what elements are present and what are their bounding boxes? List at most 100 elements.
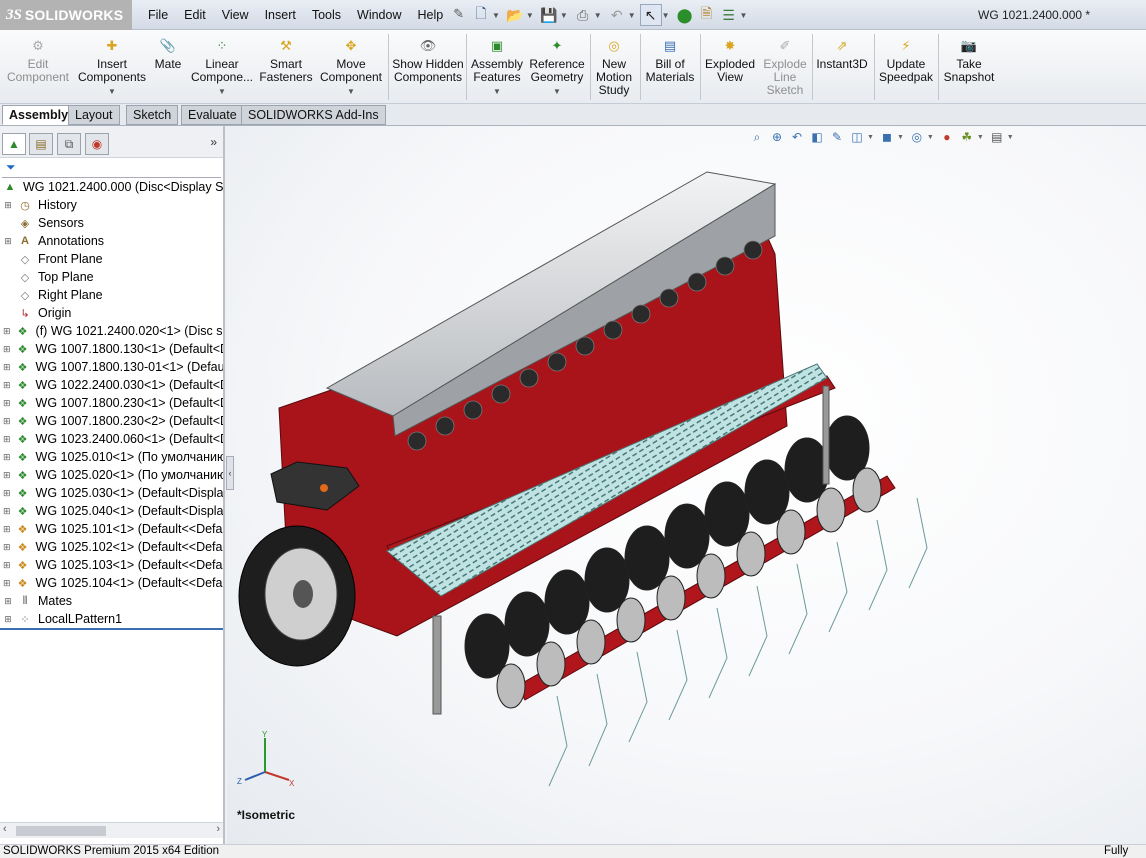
scroll-left-icon[interactable]: ‹ <box>3 823 7 835</box>
explode-line-sketch-button[interactable]: ✐ Explode Line Sketch <box>760 34 810 97</box>
insert-components-button[interactable]: ✚ Insert Components ▼ <box>76 34 148 98</box>
tree-item-part[interactable]: ⊞ ❖ WG 1007.1800.230<2> (Default<De <box>0 412 223 430</box>
show-hidden-components-button[interactable]: 👁 Show Hidden Components <box>392 34 464 84</box>
save-icon[interactable]: 💾 <box>538 4 560 26</box>
tree-item-part[interactable]: ⊞ ❖ WG 1007.1800.230<1> (Default<De <box>0 394 223 412</box>
tab-sketch[interactable]: Sketch <box>126 105 179 125</box>
expand-plus-icon[interactable]: ⊞ <box>3 326 11 337</box>
feature-tree-tab-icon[interactable]: ▲ <box>2 133 26 155</box>
previous-view-icon[interactable]: ↶ <box>787 127 807 147</box>
file-properties-icon[interactable]: 🗎 <box>696 4 718 26</box>
tab-solidworks-add-ins[interactable]: SOLIDWORKS Add-Ins <box>241 105 386 125</box>
expand-plus-icon[interactable]: ⊞ <box>3 578 11 589</box>
smart-fasteners-button[interactable]: ⚒ Smart Fasteners <box>258 34 314 84</box>
section-view-icon[interactable]: ◧ <box>807 127 827 147</box>
rebuild-traffic-light-icon[interactable]: ⬤ <box>674 4 696 26</box>
expand-plus-icon[interactable]: ⊞ <box>3 470 11 481</box>
zoom-to-fit-icon[interactable]: ⌕ <box>747 127 767 147</box>
solidworks-logo[interactable]: 3S SOLIDWORKS <box>0 0 132 30</box>
chevron-down-icon[interactable]: ▼ <box>218 85 226 98</box>
chevron-down-icon[interactable]: ▼ <box>1007 134 1014 141</box>
chevron-down-icon[interactable]: ▼ <box>897 134 904 141</box>
tree-item-part[interactable]: ⊞ ❖ WG 1025.020<1> (По умолчанию <box>0 466 223 484</box>
expand-plus-icon[interactable]: ⊞ <box>3 542 11 553</box>
tree-item-part[interactable]: ⊞ ❖ WG 1007.1800.130<1> (Default<De <box>0 340 223 358</box>
menu-insert[interactable]: Insert <box>257 6 304 24</box>
menu-edit[interactable]: Edit <box>176 6 214 24</box>
tree-item-part[interactable]: ⊞ ❖ WG 1025.103<1> (Default<<Defau <box>0 556 223 574</box>
mate-button[interactable]: 📎 Mate <box>152 34 184 71</box>
display-manager-tab-icon[interactable]: ◉ <box>85 133 109 155</box>
new-motion-study-button[interactable]: ◎ New Motion Study <box>592 34 636 97</box>
expand-plus-icon[interactable]: ⊞ <box>3 362 11 373</box>
tree-item-part[interactable]: ⊞ ❖ WG 1025.101<1> (Default<<Defau <box>0 520 223 538</box>
configuration-manager-tab-icon[interactable]: ⧉ <box>57 133 81 155</box>
instant3d-button[interactable]: ⇗ Instant3D <box>814 34 870 71</box>
horizontal-scrollbar[interactable]: ‹ › <box>0 822 223 838</box>
menu-window[interactable]: Window <box>349 6 409 24</box>
hide-show-items-icon[interactable]: ◎ <box>907 127 927 147</box>
tree-item-pattern[interactable]: ⊞ ⁘ LocalLPattern1 <box>0 610 223 628</box>
bill-of-materials-button[interactable]: ▤ Bill of Materials <box>644 34 696 84</box>
chevron-down-icon[interactable]: ▼ <box>493 85 501 98</box>
tree-item-sensors[interactable]: ◈ Sensors <box>0 214 223 232</box>
rollback-bar[interactable] <box>0 628 223 630</box>
dynamic-annotation-icon[interactable]: ✎ <box>827 127 847 147</box>
menu-help[interactable]: Help <box>410 6 452 24</box>
open-folder-icon[interactable]: 📂 <box>504 4 526 26</box>
view-orientation-icon[interactable]: ◫ <box>847 127 867 147</box>
chevron-down-icon[interactable]: ▼ <box>492 11 500 20</box>
tree-filter[interactable]: ⏷ <box>2 158 221 178</box>
expand-plus-icon[interactable]: ⊞ <box>3 596 13 607</box>
tab-evaluate[interactable]: Evaluate <box>181 105 244 125</box>
update-speedpak-button[interactable]: ⚡ Update Speedpak <box>876 34 936 84</box>
expand-plus-icon[interactable]: ⊞ <box>3 524 11 535</box>
tree-root-assembly[interactable]: ▲ WG 1021.2400.000 (Disc<Display State <box>0 178 223 196</box>
expand-plus-icon[interactable]: ⊞ <box>3 200 13 211</box>
expand-plus-icon[interactable]: ⊞ <box>3 416 11 427</box>
scroll-right-icon[interactable]: › <box>216 823 220 835</box>
chevron-down-icon[interactable]: ▼ <box>867 134 874 141</box>
tree-item-mates[interactable]: ⊞ ⫴ Mates <box>0 592 223 610</box>
menu-view[interactable]: View <box>214 6 257 24</box>
chevron-down-icon[interactable]: ▼ <box>526 11 534 20</box>
tree-item-part[interactable]: ⊞ ❖ WG 1022.2400.030<1> (Default<Di <box>0 376 223 394</box>
linear-component-pattern-button[interactable]: ⁘ Linear Compone... ▼ <box>188 34 256 98</box>
tree-item-front-plane[interactable]: ◇ Front Plane <box>0 250 223 268</box>
tree-item-part[interactable]: ⊞ ❖ WG 1025.040<1> (Default<Display <box>0 502 223 520</box>
expand-plus-icon[interactable]: ⊞ <box>3 398 11 409</box>
tree-item-part[interactable]: ⊞ ❖ WG 1025.104<1> (Default<<Defau <box>0 574 223 592</box>
move-component-button[interactable]: ✥ Move Component ▼ <box>318 34 384 98</box>
edit-appearance-icon[interactable]: ● <box>937 127 957 147</box>
expand-plus-icon[interactable]: ⊞ <box>3 614 13 625</box>
expand-plus-icon[interactable]: ⊞ <box>3 488 11 499</box>
print-icon[interactable]: ⎙ <box>572 4 594 26</box>
tree-item-history[interactable]: ⊞ ◷ History <box>0 196 223 214</box>
tree-item-annotations[interactable]: ⊞ A Annotations <box>0 232 223 250</box>
chevron-down-icon[interactable]: ▼ <box>628 11 636 20</box>
expand-plus-icon[interactable]: ⊞ <box>3 452 11 463</box>
chevron-down-icon[interactable]: ▼ <box>560 11 568 20</box>
chevron-down-icon[interactable]: ▼ <box>108 85 116 98</box>
tree-item-part[interactable]: ⊞ ❖ WG 1007.1800.130-01<1> (Default- <box>0 358 223 376</box>
pin-icon[interactable]: ✎ <box>453 6 464 24</box>
chevron-down-icon[interactable]: ▼ <box>553 85 561 98</box>
menu-tools[interactable]: Tools <box>304 6 349 24</box>
tree-item-part[interactable]: ⊞ ❖ WG 1023.2400.060<1> (Default<Di <box>0 430 223 448</box>
chevron-down-icon[interactable]: ▼ <box>740 11 748 20</box>
seed-drill-model[interactable] <box>227 126 1146 844</box>
expand-chevron-icon[interactable]: » <box>210 135 217 149</box>
scrollbar-thumb[interactable] <box>16 826 106 836</box>
panel-collapse-handle[interactable]: ‹ <box>226 456 234 490</box>
expand-plus-icon[interactable]: ⊞ <box>3 380 11 391</box>
edit-component-button[interactable]: ⚙ Edit Component <box>6 34 70 84</box>
expand-plus-icon[interactable]: ⊞ <box>3 506 11 517</box>
take-snapshot-button[interactable]: 📷 Take Snapshot <box>940 34 998 84</box>
chevron-down-icon[interactable]: ▼ <box>977 134 984 141</box>
chevron-down-icon[interactable]: ▼ <box>927 134 934 141</box>
chevron-down-icon[interactable]: ▼ <box>662 11 670 20</box>
tree-item-part[interactable]: ⊞ ❖ WG 1025.010<1> (По умолчанию <box>0 448 223 466</box>
tree-item-part[interactable]: ⊞ ❖ WG 1025.030<1> (Default<Display <box>0 484 223 502</box>
exploded-view-button[interactable]: ✸ Exploded View <box>702 34 758 84</box>
expand-plus-icon[interactable]: ⊞ <box>3 434 11 445</box>
